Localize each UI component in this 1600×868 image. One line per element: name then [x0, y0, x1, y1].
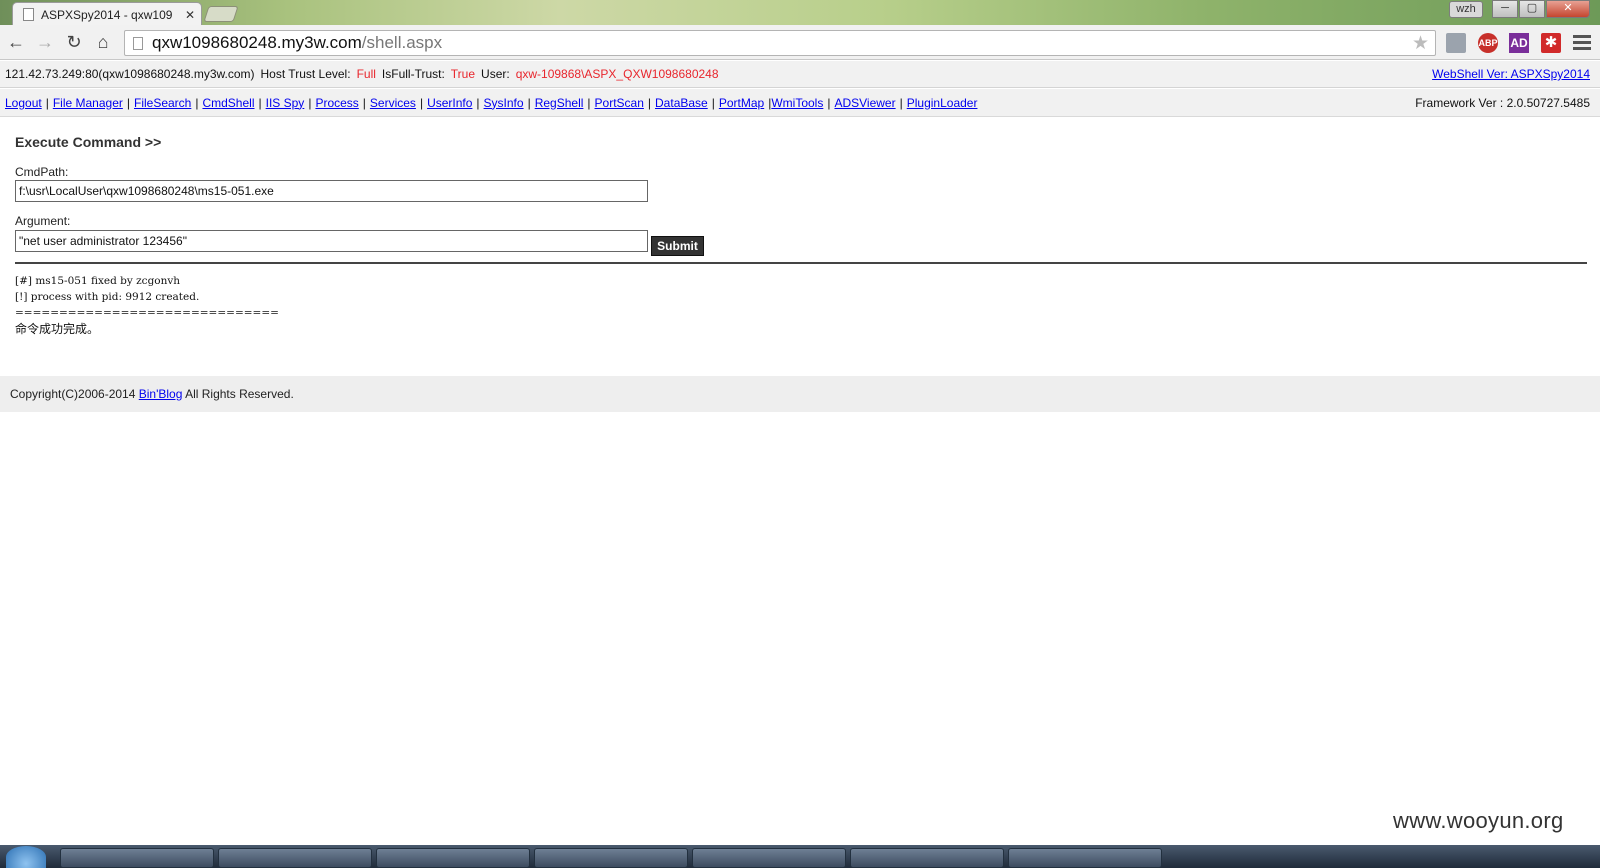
close-window-button[interactable]: ✕	[1546, 0, 1590, 18]
nav-file-search[interactable]: FileSearch	[134, 96, 191, 110]
reload-icon[interactable]: ↻	[63, 30, 85, 54]
tab-title: ASPXSpy2014 - qxw109	[41, 7, 173, 22]
full-trust-value: True	[450, 67, 476, 81]
framework-version: Framework Ver : 2.0.50727.5485	[1415, 96, 1590, 110]
page-icon	[133, 36, 143, 50]
output-line: ==============================	[15, 307, 279, 319]
back-icon[interactable]: ←	[5, 30, 27, 54]
bookmark-star-icon[interactable]: ★	[1412, 32, 1429, 55]
rights-text: All Rights Reserved.	[185, 387, 294, 401]
taskbar-item[interactable]	[218, 848, 372, 868]
forward-icon[interactable]: →	[34, 30, 56, 54]
nav-wmitools[interactable]: WmiTools	[771, 96, 823, 110]
nav-database[interactable]: DataBase	[655, 96, 708, 110]
tab-strip: ASPXSpy2014 - qxw109 ✕ wzh ─ ▢ ✕	[0, 0, 1600, 26]
command-output: [#] ms15-051 fixed by zcgonvh [!] process…	[15, 273, 279, 337]
nav-portscan[interactable]: PortScan	[595, 96, 644, 110]
nav-process[interactable]: Process	[315, 96, 358, 110]
minimize-button[interactable]: ─	[1492, 0, 1518, 18]
start-button[interactable]	[6, 846, 46, 868]
webshell-version-link[interactable]: WebShell Ver: ASPXSpy2014	[1432, 67, 1590, 81]
new-tab-button[interactable]	[203, 6, 239, 22]
nav-userinfo[interactable]: UserInfo	[427, 96, 472, 110]
taskbar-item[interactable]	[850, 848, 1004, 868]
output-line: 命令成功完成。	[15, 322, 100, 336]
url-host: qxw1098680248.my3w.com	[152, 33, 362, 52]
execute-command-panel: Execute Command >> CmdPath: Argument: Su…	[15, 134, 1587, 336]
cmdpath-label: CmdPath:	[15, 165, 69, 179]
taskbar-item[interactable]	[534, 848, 688, 868]
home-icon[interactable]: ⌂	[92, 30, 114, 54]
nav-cmdshell[interactable]: CmdShell	[202, 96, 254, 110]
nav-pluginloader[interactable]: PluginLoader	[907, 96, 978, 110]
browser-toolbar: ← → ↻ ⌂ qxw1098680248.my3w.com/shell.asp…	[0, 25, 1600, 60]
section-title: Execute Command >>	[15, 134, 162, 150]
bookmark-manager-icon[interactable]	[1446, 33, 1466, 53]
nav-logout[interactable]: Logout	[5, 96, 42, 110]
url-path: /shell.aspx	[361, 33, 443, 52]
submit-button[interactable]: Submit	[651, 236, 704, 256]
maximize-button[interactable]: ▢	[1519, 0, 1545, 18]
taskbar-item[interactable]	[1008, 848, 1162, 868]
adblock-plus-icon[interactable]: ABP	[1478, 33, 1498, 53]
nav-file-manager[interactable]: File Manager	[53, 96, 123, 110]
address-bar[interactable]: qxw1098680248.my3w.com/shell.aspx ★	[124, 30, 1436, 56]
user-label: User:	[481, 67, 510, 81]
argument-label: Argument:	[15, 214, 71, 228]
host-info-bar: 121.42.73.249:80(qxw1098680248.my3w.com)…	[0, 61, 1600, 88]
chrome-menu-icon[interactable]	[1573, 32, 1591, 52]
taskbar-item[interactable]	[376, 848, 530, 868]
output-line: [#] ms15-051 fixed by zcgonvh	[15, 275, 181, 287]
browser-tab-active[interactable]: ASPXSpy2014 - qxw109 ✕	[12, 2, 202, 26]
argument-input[interactable]	[15, 230, 648, 252]
page-footer: Copyright(C)2006-2014 Bin'Blog All Right…	[0, 376, 1600, 412]
divider	[15, 262, 1587, 264]
nav-adsviewer[interactable]: ADSViewer	[834, 96, 895, 110]
nav-regshell[interactable]: RegShell	[535, 96, 584, 110]
full-trust-label: IsFull-Trust:	[381, 67, 445, 81]
user-value: qxw-109868\ASPX_QXW1098680248	[515, 67, 719, 81]
nav-iis-spy[interactable]: IIS Spy	[266, 96, 305, 110]
cmdpath-input[interactable]	[15, 180, 648, 202]
watermark: www.wooyun.org	[1393, 808, 1564, 833]
copyright-text: Copyright(C)2006-2014	[10, 387, 136, 401]
ad-extension-icon[interactable]: AD	[1509, 33, 1529, 53]
trust-level-label: Host Trust Level:	[260, 67, 351, 81]
red-extension-icon[interactable]: ✱	[1541, 33, 1561, 53]
trust-level-value: Full	[356, 67, 376, 81]
host-address: 121.42.73.249:80(qxw1098680248.my3w.com)	[5, 67, 255, 81]
taskbar	[0, 845, 1600, 868]
page-icon	[23, 8, 34, 21]
profile-badge[interactable]: wzh	[1449, 1, 1483, 18]
tab-close-icon[interactable]: ✕	[185, 8, 195, 22]
webshell-nav: Logout | File Manager | FileSearch | CmdShe…	[0, 89, 1600, 117]
binblog-link[interactable]: Bin'Blog	[139, 387, 183, 401]
output-line: [!] process with pid: 9912 created.	[15, 291, 200, 303]
taskbar-item[interactable]	[60, 848, 214, 868]
nav-sysinfo[interactable]: SysInfo	[484, 96, 524, 110]
nav-portmap[interactable]: PortMap	[719, 96, 764, 110]
nav-services[interactable]: Services	[370, 96, 416, 110]
taskbar-item[interactable]	[692, 848, 846, 868]
